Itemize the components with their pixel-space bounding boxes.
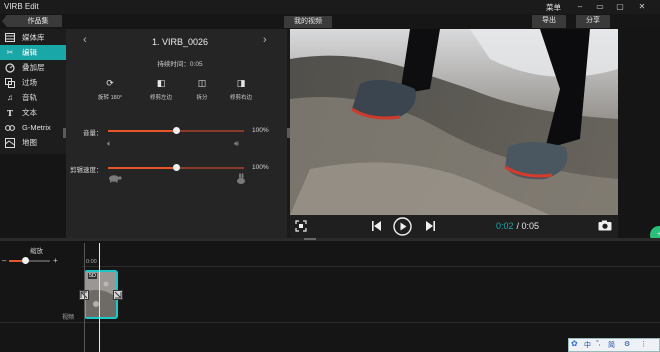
my-videos-button[interactable]: 我的视频 <box>284 16 332 28</box>
timeline-start-line <box>84 243 85 352</box>
clip-badge: 5D <box>88 273 98 279</box>
rotate-180-button[interactable]: ⟳ 旋转 180° <box>88 78 132 101</box>
speaker-low-icon[interactable]: 🔈︎ <box>107 139 112 149</box>
turtle-icon[interactable] <box>108 174 122 185</box>
ruler-line <box>82 266 660 267</box>
volume-fill <box>108 130 176 132</box>
transition-icon <box>5 77 15 88</box>
player-controls <box>290 215 618 238</box>
volume-label: 音量： <box>83 130 103 137</box>
rabbit-icon[interactable] <box>235 173 247 187</box>
sidebar-item-gmetrix[interactable]: G-Metrix <box>0 120 66 135</box>
timeline-grip[interactable] <box>304 238 316 240</box>
text-icon: T <box>7 107 13 118</box>
sidebar-item-edit[interactable]: ✂ 编辑 <box>0 45 66 60</box>
trim-left-button[interactable]: ◧ 修剪左边 <box>139 78 183 101</box>
speed-fill <box>108 167 176 169</box>
next-frame-icon[interactable] <box>424 221 435 233</box>
share-button[interactable]: 分享 <box>576 15 610 28</box>
ime-item[interactable]: °, <box>596 340 601 347</box>
video-track-label: 视频 <box>62 315 75 321</box>
sidebar-item-label: 编辑 <box>22 48 37 57</box>
trim-right-icon: ◨ <box>236 78 246 88</box>
map-icon <box>5 137 15 148</box>
video-frame-image <box>290 29 618 215</box>
sidebar-item-audio[interactable]: ♫ 音轨 <box>0 90 66 105</box>
title-bar <box>0 0 660 14</box>
speed-value: 100% <box>252 164 269 171</box>
gauge-icon <box>5 62 15 73</box>
zoom-slider-knob[interactable] <box>22 257 29 264</box>
sidebar-item-media-library[interactable]: 媒体库 <box>0 30 66 45</box>
zoom-in-button[interactable]: + <box>53 256 58 265</box>
ime-item[interactable]: ⋮ <box>640 340 647 348</box>
volume-value: 100% <box>252 127 269 134</box>
gmetrix-icon <box>5 123 15 133</box>
timeline-time-marker: 0:00 <box>86 259 97 265</box>
previous-frame-icon[interactable] <box>372 221 383 233</box>
sidebar: 媒体库 ✂ 编辑 叠加层 过场 ♫ 音轨 T 文本 G-Metrix 地图 <box>0 29 66 154</box>
ime-item[interactable]: ⚙ <box>624 340 630 348</box>
clip-title: 1. VIRB_0026 <box>151 37 209 47</box>
scissors-icon: ✂ <box>6 48 14 57</box>
sidebar-empty <box>0 154 66 238</box>
playhead[interactable] <box>99 243 100 352</box>
speaker-high-icon[interactable]: 🔊︎ <box>234 139 239 149</box>
speed-slider-knob[interactable] <box>173 164 180 171</box>
rotate-icon: ⟳ <box>106 78 114 88</box>
sidebar-item-label: 文本 <box>22 108 37 117</box>
tool-label: 拆分 <box>196 95 208 101</box>
zoom-out-button[interactable]: – <box>2 256 6 265</box>
media-library-icon <box>5 33 15 43</box>
ime-item[interactable]: 中 <box>584 340 591 350</box>
app-title: VIRB Edit <box>4 2 39 11</box>
sidebar-item-map[interactable]: 地图 <box>0 135 66 150</box>
back-tab-label: 作品集 <box>27 18 49 25</box>
tool-label: 旋转 180° <box>98 95 122 101</box>
sidebar-grip[interactable] <box>63 128 66 138</box>
sidebar-item-label: G-Metrix <box>22 123 51 132</box>
music-icon: ♫ <box>7 93 13 102</box>
trim-left-icon: ◧ <box>156 78 166 88</box>
camera-snapshot-icon[interactable] <box>598 220 612 233</box>
export-button[interactable]: 导出 <box>532 15 566 28</box>
volume-slider-knob[interactable] <box>173 127 180 134</box>
tool-label: 修剪左边 <box>149 95 172 101</box>
current-time: 0:02 <box>496 221 514 231</box>
fullscreen-icon[interactable] <box>295 220 307 234</box>
ime-item[interactable]: 简 <box>608 340 615 350</box>
sidebar-item-label: 媒体库 <box>22 33 45 42</box>
menu-button[interactable]: 菜单 <box>546 2 561 13</box>
trim-right-button[interactable]: ◨ 修剪右边 <box>219 78 263 101</box>
sidebar-item-overlay[interactable]: 叠加层 <box>0 60 66 75</box>
sidebar-item-label: 过场 <box>22 78 37 87</box>
clip-duration: 持续时间：0:05 <box>157 61 203 68</box>
total-time: / 0:05 <box>514 221 540 231</box>
ime-logo-icon[interactable]: ✿ <box>571 339 578 348</box>
close-button[interactable]: ✕ <box>632 0 652 13</box>
sidebar-item-transition[interactable]: 过场 <box>0 75 66 90</box>
next-clip-arrow[interactable]: › <box>263 34 267 46</box>
zoom-label: 缩放 <box>30 248 43 255</box>
video-preview[interactable] <box>290 29 618 215</box>
minimize-button[interactable]: – <box>570 0 590 13</box>
maximize-button[interactable]: ▢ <box>610 0 630 13</box>
split-icon: ◫ <box>197 78 207 88</box>
prev-clip-arrow[interactable]: ‹ <box>83 34 87 46</box>
clip-trim-right-handle[interactable] <box>113 290 123 300</box>
sidebar-item-label: 音轨 <box>22 93 37 102</box>
sidebar-item-label: 叠加层 <box>22 63 45 72</box>
split-button[interactable]: ◫ 拆分 <box>180 78 224 101</box>
tool-label: 修剪右边 <box>229 95 252 101</box>
play-button[interactable] <box>393 217 412 238</box>
sidebar-item-text[interactable]: T 文本 <box>0 105 66 120</box>
right-gutter <box>618 29 660 240</box>
sidebar-item-label: 地图 <box>22 138 37 147</box>
restore-button[interactable]: ▭ <box>590 0 610 13</box>
speed-label: 剪辑速度： <box>70 167 103 174</box>
timeline-divider[interactable] <box>0 238 660 241</box>
